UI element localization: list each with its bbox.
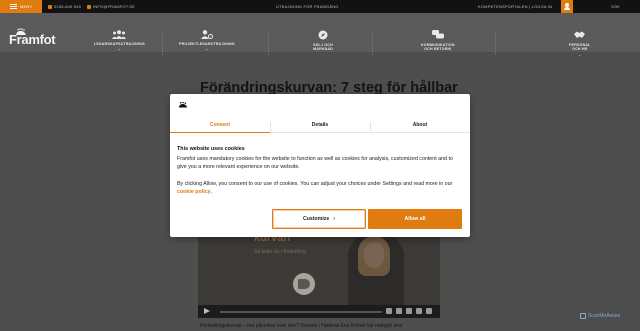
tab-details[interactable]: Details xyxy=(270,120,370,132)
search-link[interactable]: SÖK xyxy=(611,4,620,9)
handshake-icon xyxy=(574,31,586,38)
cookie-policy-link[interactable]: cookie policy xyxy=(177,189,211,195)
user-gear-icon xyxy=(200,30,213,39)
video-subtitle: Så leder du i förändring xyxy=(254,249,306,255)
nav-label: PERSONAL xyxy=(569,43,591,47)
nav-label: PROJEKTLEDARUTBILDNING xyxy=(179,42,235,46)
cc-icon[interactable] xyxy=(396,308,402,314)
customize-button[interactable]: Customize › xyxy=(272,209,366,229)
compass-icon xyxy=(318,30,328,40)
allow-all-label: Allow all xyxy=(404,216,426,222)
tagline-text: UTBILDNING FÖR FRAMGÅNG xyxy=(276,4,339,9)
nav-item-leadership[interactable]: LEDARSKAPSUTBILDNING ⌄ xyxy=(94,30,145,52)
watermark-text: ScanMeAware xyxy=(588,313,621,319)
nav-item-sales[interactable]: SÄLJ OCH MARKNAD ⌄ xyxy=(313,30,333,57)
menu-button[interactable]: MENY xyxy=(0,0,42,13)
cookie-title: This website uses cookies xyxy=(177,146,245,152)
cookie-text-1: Framfot uses mandatory cookies for the w… xyxy=(177,156,453,171)
customize-label: Customize xyxy=(303,216,330,222)
chevron-right-icon: › xyxy=(333,216,335,222)
play-icon[interactable] xyxy=(204,308,210,314)
search-label: SÖK xyxy=(611,4,621,9)
pip-icon[interactable] xyxy=(416,308,422,314)
presenter-face xyxy=(364,242,384,268)
control-icons xyxy=(386,308,434,315)
portal-login-links[interactable]: KOMPETENSPORTALEN | LOGGA IN xyxy=(478,4,552,9)
tab-about[interactable]: About xyxy=(370,120,470,132)
user-icon[interactable] xyxy=(561,0,573,13)
tagline: UTBILDNING FÖR FRAMGÅNG xyxy=(276,4,339,9)
settings-icon[interactable] xyxy=(406,308,412,314)
watermark: ScanMeAware xyxy=(580,313,620,319)
menu-label: MENY xyxy=(20,4,33,9)
nav-label: MARKNAD xyxy=(313,47,333,52)
watermark-icon xyxy=(580,313,586,319)
cookie-text-2: By clicking Allow, you consent to our us… xyxy=(177,181,453,196)
article-intro: Förändringskurvan – hur påverkar man den… xyxy=(200,323,403,329)
main-nav: Framfot LEDARSKAPSUTBILDNING ⌄ PROJEKTLE… xyxy=(0,13,640,59)
nav-item-communication[interactable]: KOMMUNIKATION OCH RETORIK ⌄ xyxy=(421,30,455,57)
nav-label: SÄLJ OCH xyxy=(313,43,333,47)
video-player[interactable]: kurvan Så leder du i förändring xyxy=(198,226,440,318)
allow-all-button[interactable]: Allow all xyxy=(368,209,462,229)
video-controls xyxy=(198,305,440,318)
logo-foot-icon xyxy=(178,101,188,108)
phone-text: 0155-845 545 xyxy=(54,4,82,9)
cookie-text-2-body: By clicking Allow, you consent to our us… xyxy=(177,181,453,187)
people-group-icon xyxy=(112,30,127,39)
nav-label: OCH RETORIK xyxy=(424,47,452,52)
nav-item-hr[interactable]: PERSONAL OCH HR ⌄ xyxy=(569,30,591,57)
nav-item-project[interactable]: PROJEKTLEDARUTBILDNING ⌄ xyxy=(179,30,235,52)
phone-link[interactable]: 0155-845 545 xyxy=(48,4,81,9)
email-text: INFO@FRAMFOT.SE xyxy=(93,4,135,9)
cookie-tabs: Consent Details About xyxy=(170,120,470,133)
logo-watermark-icon xyxy=(293,273,315,295)
chat-bubbles-icon xyxy=(431,30,444,39)
logo[interactable]: Framfot xyxy=(9,32,56,47)
portal-login-text: KOMPETENSPORTALEN | LOGGA IN xyxy=(478,4,553,9)
cookie-dialog: Consent Details About This website uses … xyxy=(170,94,470,237)
chevron-down-icon: ⌄ xyxy=(117,46,122,52)
chevron-down-icon: ⌄ xyxy=(205,46,209,52)
nav-label: OCH HR xyxy=(572,47,588,52)
email-link[interactable]: INFO@FRAMFOT.SE xyxy=(87,4,135,9)
volume-icon[interactable] xyxy=(386,308,392,314)
fullscreen-icon[interactable] xyxy=(426,308,432,314)
tab-consent[interactable]: Consent xyxy=(170,120,270,133)
progress-track[interactable] xyxy=(220,311,382,313)
nav-label: KOMMUNIKATION xyxy=(421,43,455,47)
mail-icon xyxy=(87,4,91,9)
tab-divider xyxy=(370,122,371,131)
phone-icon xyxy=(48,4,52,9)
hamburger-icon xyxy=(10,4,17,9)
top-bar: MENY 0155-845 545 INFO@FRAMFOT.SE UTBILD… xyxy=(0,0,640,13)
nav-label: LEDARSKAPSUTBILDNING xyxy=(94,42,145,46)
tab-divider xyxy=(270,122,271,131)
